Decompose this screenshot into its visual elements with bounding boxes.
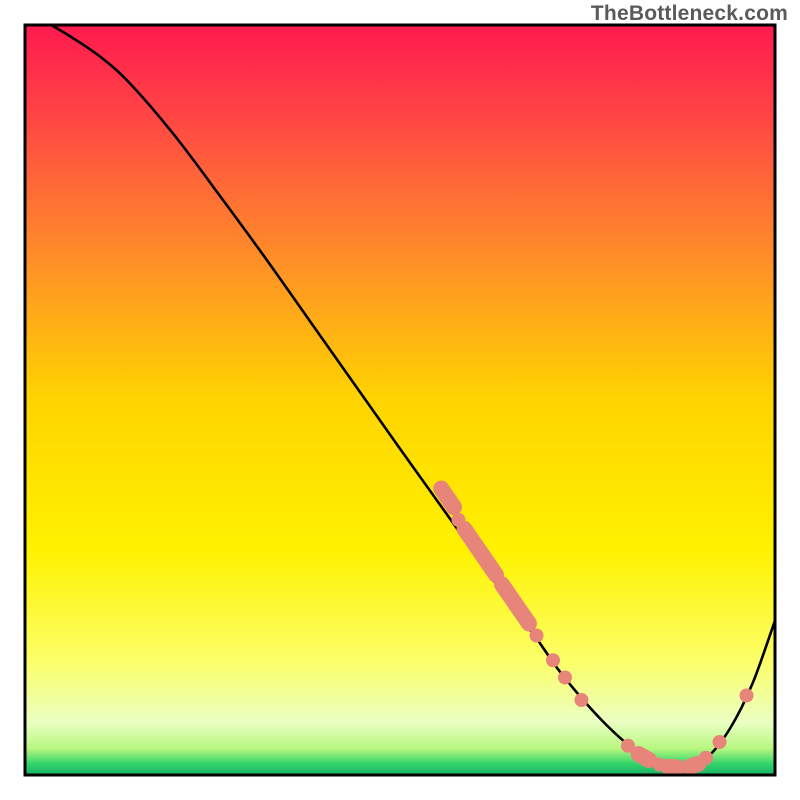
- marker-dot: [713, 735, 727, 749]
- marker-pill: [639, 754, 650, 760]
- marker-dot: [575, 693, 589, 707]
- marker-dot: [530, 629, 544, 643]
- marker-dot: [558, 671, 572, 685]
- chart-container: TheBottleneck.com: [0, 0, 800, 800]
- marker-pill: [690, 764, 699, 767]
- marker-dot: [699, 751, 713, 765]
- gradient-background: [25, 25, 775, 775]
- marker-pill: [669, 767, 678, 768]
- marker-dot: [546, 653, 560, 667]
- marker-dot: [740, 689, 754, 703]
- bottleneck-chart: [0, 0, 800, 800]
- marker-pill: [441, 489, 454, 508]
